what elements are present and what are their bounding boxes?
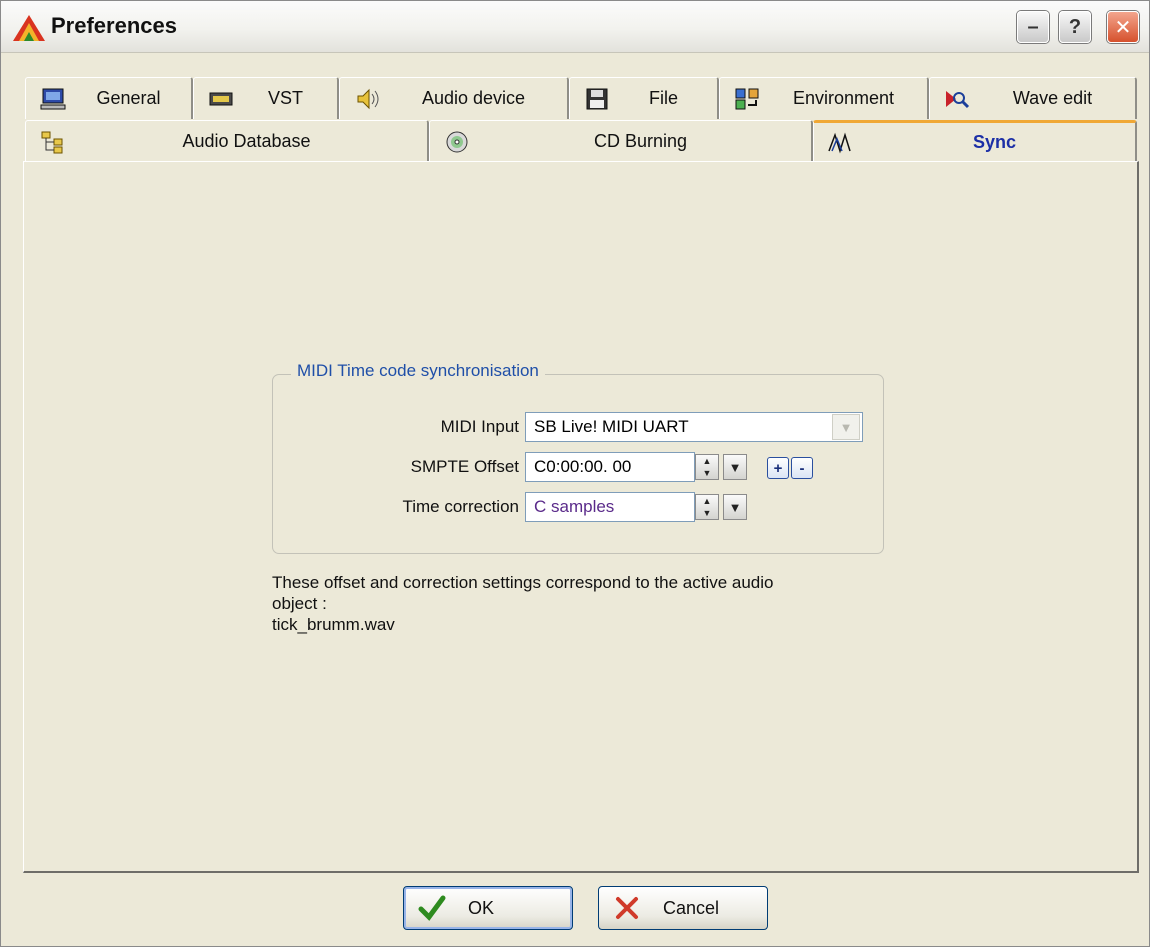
midi-input-label: MIDI Input [440,417,519,436]
time-correction-dropdown[interactable]: ▼ [723,494,747,520]
cancel-x-icon [616,897,638,919]
speaker-icon [357,88,379,109]
smpte-offset-dropdown[interactable]: ▼ [723,454,747,480]
sync-wave-icon [828,131,851,154]
tab-row-2: Audio Database CD Burning Sync [25,120,1137,162]
close-button[interactable]: ✕ [1107,11,1139,43]
midi-timecode-group: MIDI Time code synchronisation MIDI Inpu… [272,361,884,554]
tab-cd-burning[interactable]: CD Burning [429,120,813,162]
tab-audio-device[interactable]: Audio device [339,77,569,119]
info-line-2: object : [272,594,327,613]
checkmark-icon [418,895,446,921]
tab-general[interactable]: General [25,77,193,119]
group-title: MIDI Time code synchronisation [291,361,545,381]
tab-row-1: General VST Audio device File Environmen… [25,77,1137,119]
tab-environment[interactable]: Environment [719,77,929,119]
window-title: Preferences [51,13,177,38]
cancel-button[interactable]: Cancel [598,886,768,930]
wave-edit-icon [946,90,970,108]
active-file-name: tick_brumm.wav [272,615,395,634]
tab-file[interactable]: File [569,77,719,119]
smpte-offset-label: SMPTE Offset [410,457,519,476]
offset-decrement-button[interactable]: - [791,457,813,479]
environment-arrows-icon [735,88,759,109]
smpte-offset-spinner[interactable]: ▲ ▼ [695,454,719,480]
offset-increment-button[interactable]: + [767,457,789,479]
floppy-disk-icon [586,88,608,109]
preferences-window: Preferences – ? ✕ General VST Audio devi… [0,0,1150,947]
time-correction-spinner[interactable]: ▲ ▼ [695,494,719,520]
minimize-button[interactable]: – [1017,11,1049,43]
smpte-offset-field[interactable]: C0:00:00. 00 [525,452,695,482]
midi-input-select[interactable]: SB Live! MIDI UART ▼ [525,412,863,442]
cd-icon [446,131,468,152]
tab-wave-edit[interactable]: Wave edit [929,77,1137,119]
time-correction-field[interactable]: C samples [525,492,695,522]
app-logo-icon [13,15,45,41]
database-tree-icon [41,131,63,153]
sync-panel: MIDI Time code synchronisation MIDI Inpu… [23,161,1139,873]
tab-sync[interactable]: Sync [813,120,1137,162]
computer-icon [40,88,66,109]
tab-audio-database[interactable]: Audio Database [25,120,429,162]
title-bar[interactable]: Preferences – ? ✕ [1,1,1149,53]
tab-vst[interactable]: VST [193,77,339,119]
time-correction-label: Time correction [402,497,519,516]
vst-card-icon [209,92,233,105]
chevron-down-icon[interactable]: ▼ [832,414,860,440]
info-line-1: These offset and correction settings cor… [272,573,774,592]
help-button[interactable]: ? [1059,11,1091,43]
sync-info-text: These offset and correction settings cor… [272,572,892,635]
ok-button[interactable]: OK [403,886,573,930]
